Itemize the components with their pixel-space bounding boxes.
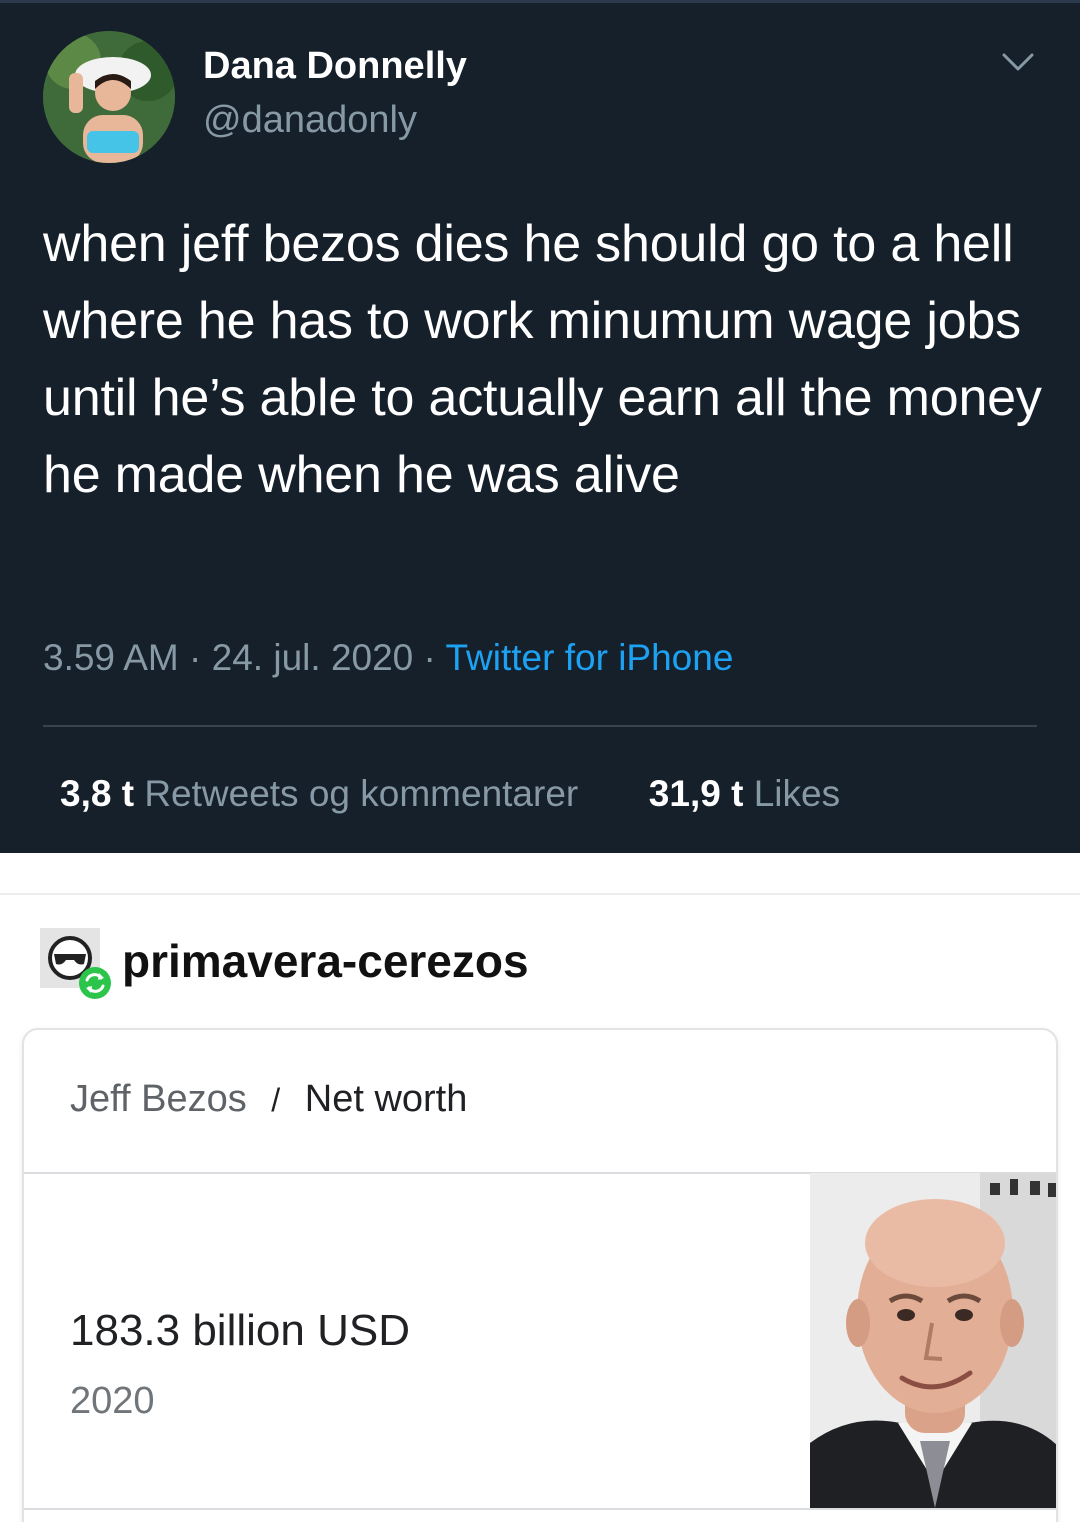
likes-count: 31,9 t [648, 773, 744, 814]
retweets-count: 3,8 t [60, 773, 135, 814]
breadcrumb: Jeff Bezos / Net worth [70, 1078, 467, 1121]
sunglasses-face-icon [40, 928, 111, 999]
net-worth-card: Jeff Bezos / Net worth 183.3 billion USD… [22, 1028, 1058, 1522]
net-worth-value: 183.3 billion USD [70, 1306, 410, 1355]
user-handle[interactable]: @danadonly [203, 99, 417, 142]
divider [0, 893, 1080, 895]
tweet-meta: 3.59 AM · 24. jul. 2020 · Twitter for iP… [43, 637, 733, 679]
tweet-card: Dana Donnelly @danadonly when jeff bezos… [0, 0, 1080, 853]
blog-avatar[interactable] [40, 928, 112, 1000]
tweet-text: when jeff bezos dies he should go to a h… [43, 215, 1042, 504]
tweet-source-link[interactable]: Twitter for iPhone [446, 637, 734, 678]
divider [43, 725, 1037, 727]
reblog-icon [79, 967, 111, 999]
divider [24, 1508, 1056, 1510]
breadcrumb-current: Net worth [304, 1078, 468, 1120]
user-avatar[interactable] [43, 31, 175, 163]
tweet-time[interactable]: 3.59 AM [43, 637, 179, 678]
breadcrumb-separator: / [271, 1082, 281, 1118]
tweet-date[interactable]: 24. jul. 2020 [212, 637, 414, 678]
blog-name[interactable]: primavera-cerezos [122, 934, 529, 988]
display-name[interactable]: Dana Donnelly [203, 45, 467, 88]
meta-dot: · [189, 637, 202, 678]
breadcrumb-parent[interactable]: Jeff Bezos [70, 1078, 247, 1120]
likes-stat[interactable]: 31,9 t Likes [649, 773, 840, 814]
tweet-stats: 3,8 t Retweets og kommentarer 31,9 t Lik… [60, 773, 840, 815]
retweets-stat[interactable]: 3,8 t Retweets og kommentarer [60, 773, 589, 814]
chevron-down-icon[interactable] [998, 47, 1038, 77]
likes-label: Likes [753, 773, 841, 814]
net-worth-year: 2020 [70, 1380, 155, 1422]
person-photo[interactable] [810, 1173, 1056, 1508]
retweets-label: Retweets og kommentarer [144, 773, 579, 814]
meta-dot: · [423, 637, 436, 678]
